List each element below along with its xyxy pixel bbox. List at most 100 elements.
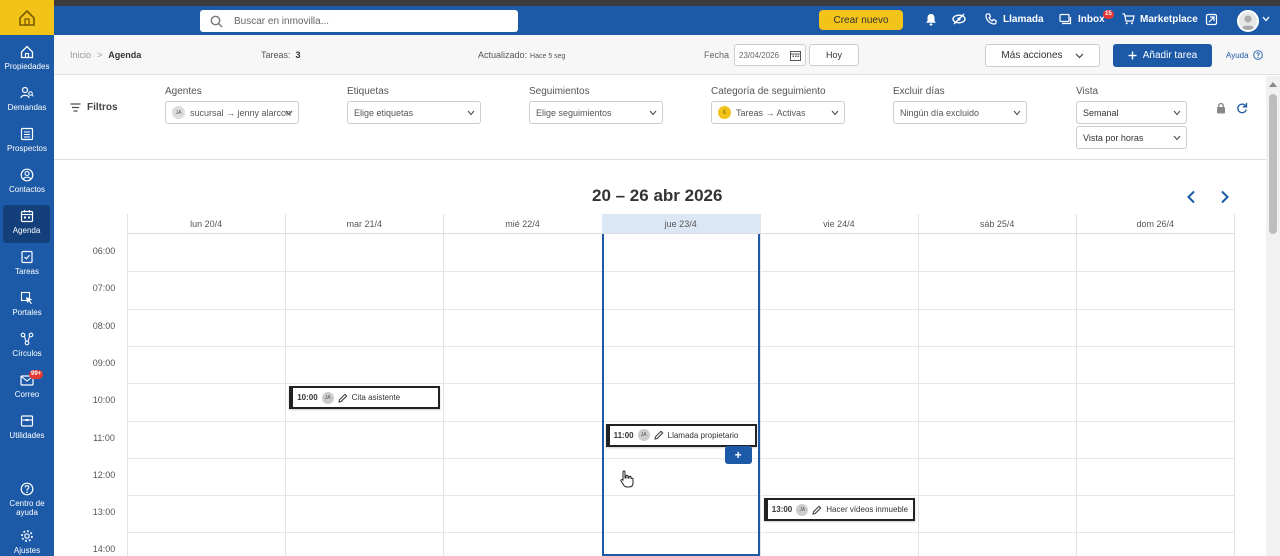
top-bar: Buscar en inmovilla... Crear nuevo Llama… xyxy=(0,6,1280,35)
sidebar-item-propiedades[interactable]: Propiedades xyxy=(0,41,54,79)
sidebar-label: Contactos xyxy=(8,185,46,194)
vista-horas-select[interactable]: Vista por horas xyxy=(1076,126,1187,149)
next-week-button[interactable] xyxy=(1220,190,1230,209)
mas-acciones-button[interactable]: Más acciones xyxy=(985,44,1100,67)
hour-label: 08:00 xyxy=(92,320,116,331)
sidebar-label: Ajustes xyxy=(13,546,41,555)
sidebar-item-circulos[interactable]: Círculos xyxy=(0,328,54,366)
inbox-button[interactable]: Inbox 15 xyxy=(1059,10,1114,25)
today-column-highlight[interactable] xyxy=(601,234,760,556)
sidebar-item-centro-ayuda[interactable]: Centro de ayuda xyxy=(0,478,54,523)
chevron-right-icon xyxy=(1221,190,1229,204)
hand-cursor-icon xyxy=(620,470,634,488)
chevron-left-icon xyxy=(1187,190,1195,204)
calendar-event[interactable]: 11:00 JA Llamada propietario xyxy=(605,423,757,447)
switch-icon[interactable] xyxy=(1205,13,1218,26)
agent-avatar: JA xyxy=(172,106,185,119)
ayuda-link[interactable]: Ayuda xyxy=(1226,50,1263,60)
pencil-icon[interactable] xyxy=(812,505,822,515)
hoy-button[interactable]: Hoy xyxy=(809,44,859,66)
agentes-value: sucursal → jenny alarcon xyxy=(190,107,292,118)
sidebar-label: Utilidades xyxy=(9,431,45,440)
event-avatar: JA xyxy=(637,429,650,441)
refresh-icon[interactable] xyxy=(1236,101,1248,119)
calendar-picker-icon[interactable] xyxy=(790,50,801,63)
marketplace-button[interactable]: Marketplace xyxy=(1122,13,1198,25)
agentes-label: Agentes xyxy=(165,86,202,97)
hour-label: 09:00 xyxy=(92,357,116,368)
fecha-label: Fecha xyxy=(704,50,730,60)
search-input[interactable]: Buscar en inmovilla... xyxy=(234,16,329,27)
tareas-value: 3 xyxy=(295,50,301,60)
chevron-down-icon xyxy=(467,108,475,118)
contact-icon xyxy=(20,168,34,182)
cursor-icon xyxy=(20,291,33,304)
eye-off-icon[interactable] xyxy=(952,13,966,25)
excluir-select[interactable]: Ningún día excluido xyxy=(893,101,1027,124)
network-icon xyxy=(20,332,34,346)
scroll-thumb[interactable] xyxy=(1269,94,1277,234)
vista-value: Semanal xyxy=(1083,107,1119,118)
chevron-down-icon[interactable] xyxy=(1262,16,1270,22)
fecha-input[interactable]: 23/04/2026 xyxy=(734,44,806,66)
sidebar-item-ajustes[interactable]: Ajustes xyxy=(0,525,54,556)
day-header[interactable]: vie 24/4 xyxy=(759,214,918,234)
grid-column-divider xyxy=(285,214,287,556)
search-box[interactable]: Buscar en inmovilla... xyxy=(200,10,518,32)
breadcrumb: Inicio > Agenda xyxy=(70,50,141,60)
categoria-select[interactable]: € Tareas → Activas xyxy=(711,101,845,124)
sidebar-item-utilidades[interactable]: Utilidades xyxy=(0,410,54,448)
add-event-button[interactable]: + xyxy=(724,445,752,464)
lock-icon[interactable] xyxy=(1216,101,1226,119)
bell-icon[interactable] xyxy=(925,13,937,26)
day-header[interactable]: lun 20/4 xyxy=(127,214,286,234)
help-icon xyxy=(20,482,34,496)
event-title: Hacer vídeos inmueble xyxy=(826,505,909,515)
sidebar-item-agenda[interactable]: Agenda xyxy=(3,205,50,243)
breadcrumb-inicio[interactable]: Inicio xyxy=(70,50,91,60)
categoria-label: Categoría de seguimiento xyxy=(711,86,826,97)
filter-lines-icon xyxy=(70,103,81,112)
anadir-tarea-button[interactable]: Añadir tarea xyxy=(1113,44,1212,67)
marketplace-label: Marketplace xyxy=(1140,13,1198,25)
grid-column-divider xyxy=(127,214,128,556)
day-header[interactable]: jue 23/4 xyxy=(601,214,760,234)
vista-select[interactable]: Semanal xyxy=(1076,101,1187,124)
sidebar-label: Círculos xyxy=(12,349,42,358)
sidebar-item-demandas[interactable]: Demandas xyxy=(0,82,54,120)
etiquetas-select[interactable]: Elige etiquetas xyxy=(347,101,481,124)
scroll-up-arrow[interactable] xyxy=(1269,82,1277,87)
llamada-button[interactable]: Llamada xyxy=(985,13,1044,25)
sidebar-item-portales[interactable]: Portales xyxy=(0,287,54,325)
day-header[interactable]: mié 22/4 xyxy=(443,214,602,234)
breadcrumb-agenda: Agenda xyxy=(108,50,142,60)
day-header[interactable]: sáb 25/4 xyxy=(918,214,1077,234)
day-header[interactable]: mar 21/4 xyxy=(285,214,444,234)
filtros-toggle[interactable]: Filtros xyxy=(70,102,118,113)
sidebar-label: Tareas xyxy=(14,267,39,276)
breadcrumb-separator: > xyxy=(97,50,103,60)
event-time: 10:00 xyxy=(297,393,318,403)
sidebar-label: Propiedades xyxy=(4,62,50,71)
pencil-icon[interactable] xyxy=(337,393,348,403)
app-logo[interactable] xyxy=(0,0,54,35)
sidebar-item-contactos[interactable]: Contactos xyxy=(0,164,54,202)
phone-icon xyxy=(985,13,997,25)
hour-label: 10:00 xyxy=(92,395,116,406)
calendar-event[interactable]: 10:00 JA Cita asistente xyxy=(289,386,441,410)
crear-nuevo-button[interactable]: Crear nuevo xyxy=(819,10,903,30)
etiquetas-label: Etiquetas xyxy=(347,86,389,97)
grid-column-divider xyxy=(759,214,761,556)
agentes-select[interactable]: JA sucursal → jenny alarcon xyxy=(165,101,299,124)
prev-week-button[interactable] xyxy=(1186,190,1196,209)
sidebar-item-prospectos[interactable]: Prospectos xyxy=(0,123,54,161)
sidebar-item-correo[interactable]: 99+ Correo xyxy=(0,369,54,407)
user-search-icon xyxy=(20,86,34,99)
user-avatar[interactable] xyxy=(1237,10,1259,32)
sidebar-item-tareas[interactable]: Tareas xyxy=(0,246,54,284)
day-header[interactable]: dom 26/4 xyxy=(1076,214,1235,234)
calendar-event[interactable]: 13:00 JA Hacer vídeos inmueble xyxy=(763,498,915,522)
seguimientos-select[interactable]: Elige seguimientos xyxy=(529,101,663,124)
pencil-icon[interactable] xyxy=(653,430,664,440)
page-scrollbar[interactable] xyxy=(1266,76,1280,556)
